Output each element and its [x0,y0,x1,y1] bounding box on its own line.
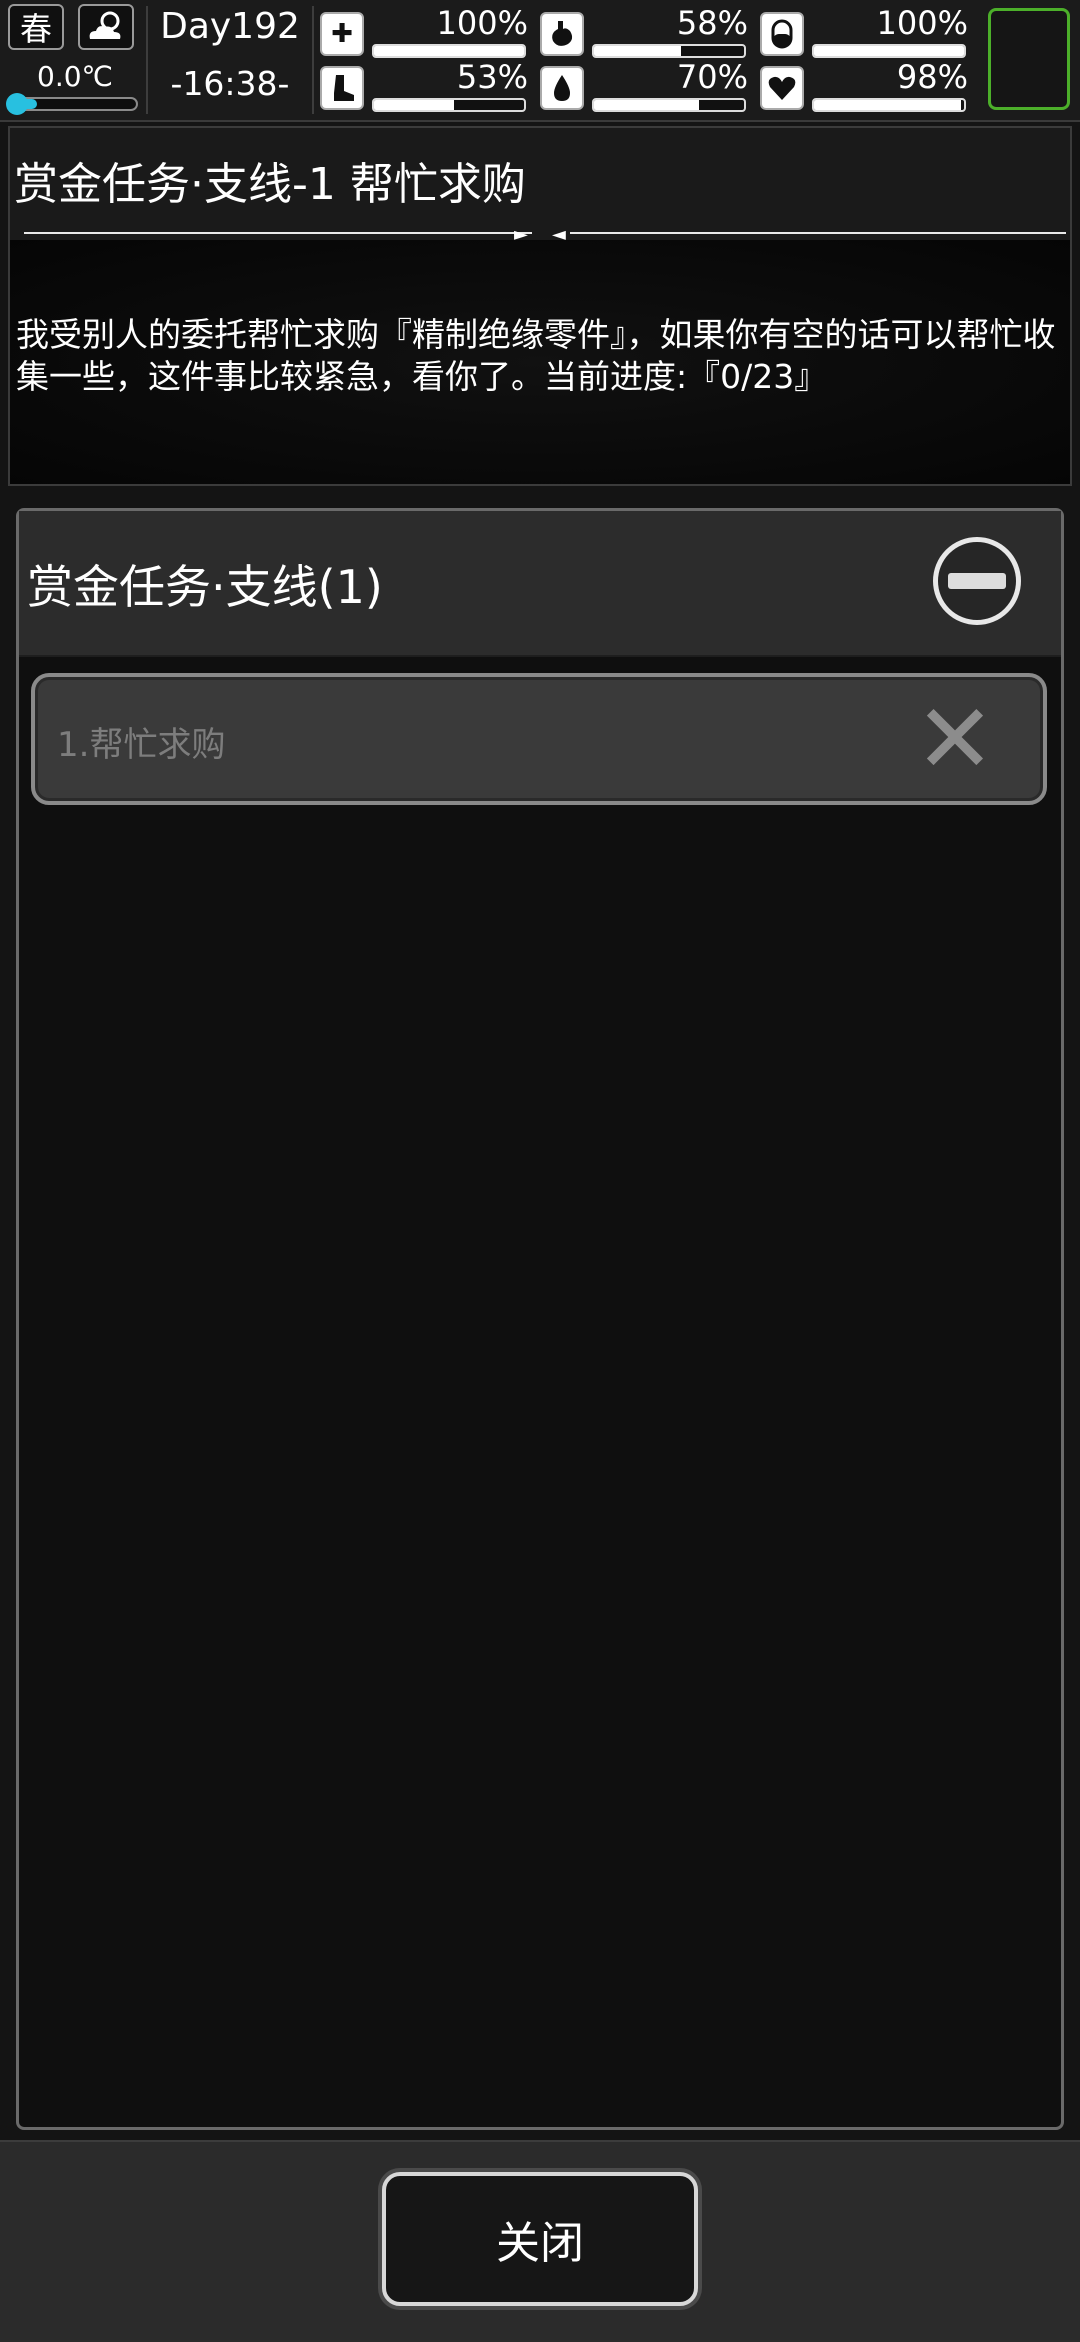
stat-value: 53% [456,58,528,96]
minus-icon [948,573,1006,589]
quest-category-header[interactable]: 赏金任务·支线(1) [19,511,1061,657]
stomach-icon [540,12,584,56]
stat-bar [592,44,746,58]
stat-bar [812,44,966,58]
character-portrait-slot[interactable] [988,8,1070,110]
quest-description-box: 我受别人的委托帮忙求购『精制绝缘零件』，如果你有空的话可以帮忙收集一些，这件事比… [10,240,1070,484]
close-button[interactable]: 关闭 [382,2172,698,2306]
stat-bar [592,98,746,112]
heart-icon [760,66,804,110]
stat-thirst: 70% [540,58,760,114]
status-divider [312,6,314,114]
status-divider [146,6,148,114]
title-divider-right [570,232,1066,234]
season-label: 春 [19,10,52,48]
status-bar: 春 0.0℃ Day192 -16:38- ✚ 100% 58% 100% 53… [0,0,1080,122]
footer-bar: 关闭 [0,2140,1080,2342]
game-clock: -16:38- [170,64,290,103]
stat-bar [812,98,966,112]
season-badge: 春 [8,4,64,50]
pill-icon [760,12,804,56]
foot-icon [320,66,364,110]
temperature-gauge-fill [12,99,37,109]
quest-detail-title: 赏金任务·支线-1 帮忙求购 [14,159,526,210]
water-drop-icon [540,66,584,110]
stat-bar [372,98,526,112]
quest-item-label: 1.帮忙求购 [57,725,226,765]
stat-bar [372,44,526,58]
title-divider-left [24,232,532,234]
stat-value: 100% [876,4,968,42]
list-item[interactable]: 1.帮忙求购 ✕ [31,673,1047,805]
close-button-label: 关闭 [496,2218,584,2269]
stat-stamina: 53% [320,58,540,114]
quest-list-panel: 赏金任务·支线(1) 1.帮忙求购 ✕ [16,508,1064,2130]
quest-category-title: 赏金任务·支线(1) [27,560,383,614]
medkit-icon: ✚ [320,12,364,56]
temperature-readout: 0.0℃ [37,60,113,93]
stat-mood: 98% [760,58,980,114]
stat-hunger: 58% [540,4,760,60]
stat-health: ✚ 100% [320,4,540,60]
quest-description: 我受别人的委托帮忙求购『精制绝缘零件』，如果你有空的话可以帮忙收集一些，这件事比… [16,315,1056,396]
stat-value: 98% [896,58,968,96]
quest-detail-panel: 赏金任务·支线-1 帮忙求购 ► ◄ 我受别人的委托帮忙求购『精制绝缘零件』，如… [8,126,1072,486]
close-icon[interactable]: ✕ [915,691,995,787]
stat-value: 58% [676,4,748,42]
sun-cloud-icon [78,4,134,50]
collapse-button[interactable] [933,537,1021,625]
stat-value: 100% [436,4,528,42]
stat-medicine: 100% [760,4,980,60]
stat-value: 70% [676,58,748,96]
temperature-gauge [6,93,138,115]
day-counter: Day192 [160,6,300,47]
